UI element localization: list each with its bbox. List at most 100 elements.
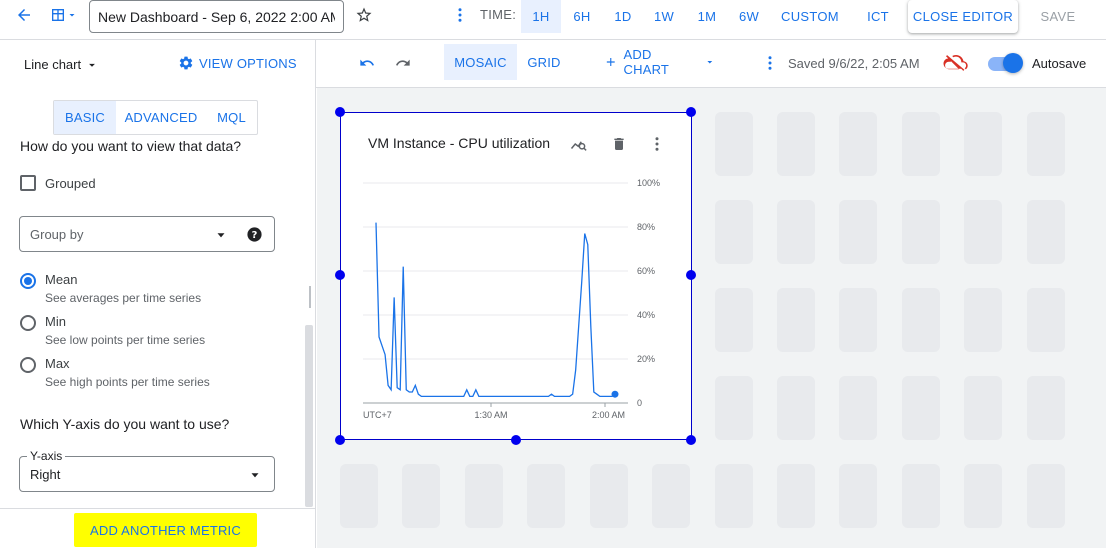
resize-handle-left[interactable] xyxy=(335,270,345,280)
star-icon[interactable] xyxy=(352,3,376,27)
x-tick-label: 1:30 AM xyxy=(474,410,507,420)
resize-handle-top-right[interactable] xyxy=(686,107,696,117)
caret-down-icon xyxy=(251,473,259,478)
grid-layout-button[interactable]: GRID xyxy=(520,44,568,80)
yaxis-select[interactable]: Y-axis Right xyxy=(19,449,275,492)
tab-basic[interactable]: BASIC xyxy=(54,101,116,134)
grouped-option: Grouped xyxy=(20,175,96,191)
view-data-question: How do you want to view that data? xyxy=(20,138,242,154)
gear-icon xyxy=(179,56,193,70)
empty-tile xyxy=(1027,464,1065,528)
empty-tile xyxy=(715,288,753,352)
empty-tile xyxy=(777,112,815,176)
dashboard-canvas: VM Instance - CPU utilization 0 20% 40% 60%… xyxy=(317,88,1106,548)
resize-handle-right[interactable] xyxy=(686,270,696,280)
empty-tile xyxy=(902,112,940,176)
time-6w-button[interactable]: 6W xyxy=(730,0,768,33)
resize-handle-top-left[interactable] xyxy=(335,107,345,117)
empty-tile xyxy=(1027,288,1065,352)
saved-status: Saved 9/6/22, 2:05 AM xyxy=(788,56,920,71)
empty-tile xyxy=(964,288,1002,352)
group-by-select[interactable]: Group by ? xyxy=(19,216,275,252)
help-icon: ? xyxy=(247,227,262,242)
empty-tile xyxy=(715,464,753,528)
empty-tile xyxy=(652,464,690,528)
chart-card[interactable]: VM Instance - CPU utilization 0 20% 40% 60%… xyxy=(340,112,692,440)
resize-handle-bottom-right[interactable] xyxy=(686,435,696,445)
add-chart-button[interactable]: ADD CHART xyxy=(604,44,716,80)
max-description: See high points per time series xyxy=(45,375,210,389)
time-1d-button[interactable]: 1D xyxy=(604,0,642,33)
yaxis-value: Right xyxy=(30,467,61,482)
yaxis-field-label: Y-axis xyxy=(27,449,66,463)
more-vert-icon[interactable] xyxy=(647,133,667,155)
y-tick-label: 40% xyxy=(637,310,655,320)
y-tick-label: 100% xyxy=(637,178,660,188)
aggregation-min-option: Min See low points per time series xyxy=(20,314,205,347)
empty-tile xyxy=(902,200,940,264)
empty-tile xyxy=(777,200,815,264)
caret-down-icon xyxy=(707,61,713,64)
view-options-label: VIEW OPTIONS xyxy=(199,55,297,71)
resize-handle-bottom[interactable] xyxy=(511,435,521,445)
empty-tile xyxy=(964,200,1002,264)
time-custom-button[interactable]: CUSTOM xyxy=(778,0,842,33)
mosaic-layout-button[interactable]: MOSAIC xyxy=(444,44,517,80)
y-tick-label: 60% xyxy=(637,266,655,276)
empty-tile xyxy=(839,376,877,440)
add-chart-label: ADD CHART xyxy=(623,47,670,77)
undo-icon[interactable] xyxy=(356,52,378,74)
grouped-checkbox[interactable] xyxy=(20,175,36,191)
time-1w-button[interactable]: 1W xyxy=(645,0,683,33)
tab-advanced[interactable]: ADVANCED xyxy=(116,101,206,134)
yaxis-question: Which Y-axis do you want to use? xyxy=(20,416,230,432)
mean-radio[interactable] xyxy=(20,273,36,289)
empty-tile xyxy=(839,288,877,352)
empty-tile xyxy=(902,288,940,352)
time-6h-button[interactable]: 6H xyxy=(563,0,601,33)
autosave-toggle[interactable] xyxy=(1003,53,1023,73)
more-vert-icon[interactable] xyxy=(450,3,470,27)
empty-tile xyxy=(777,288,815,352)
empty-tile xyxy=(839,464,877,528)
back-arrow-icon[interactable] xyxy=(12,3,36,27)
aggregation-mean-option: Mean See averages per time series xyxy=(20,272,201,305)
dashboard-title-input[interactable] xyxy=(89,0,344,33)
delete-icon[interactable] xyxy=(608,133,630,155)
redo-icon[interactable] xyxy=(392,52,414,74)
empty-tile xyxy=(777,376,815,440)
caret-down-icon xyxy=(217,233,225,238)
time-1h-button[interactable]: 1H xyxy=(521,0,561,33)
time-1m-button[interactable]: 1M xyxy=(688,0,726,33)
editor-toolbar: MOSAIC GRID ADD CHART Saved 9/6/22, 2:05… xyxy=(316,40,1106,88)
dashboard-icon[interactable] xyxy=(48,5,80,25)
empty-tile xyxy=(465,464,503,528)
close-editor-button[interactable]: CLOSE EDITOR xyxy=(908,0,1018,33)
timezone-button[interactable]: ICT xyxy=(860,0,896,33)
explore-chart-icon[interactable] xyxy=(568,133,590,155)
grouped-label: Grouped xyxy=(45,175,96,191)
empty-tile xyxy=(1027,112,1065,176)
empty-tile xyxy=(402,464,440,528)
scrollbar-thumb[interactable] xyxy=(305,325,313,507)
series-last-point xyxy=(611,390,619,398)
min-radio[interactable] xyxy=(20,315,36,331)
empty-tile xyxy=(715,376,753,440)
empty-tile xyxy=(1027,376,1065,440)
empty-tile xyxy=(839,112,877,176)
resize-handle-bottom-left[interactable] xyxy=(335,435,345,445)
empty-tile xyxy=(964,464,1002,528)
chart-type-select[interactable]: Line chart xyxy=(24,57,99,72)
aggregation-max-option: Max See high points per time series xyxy=(20,356,210,389)
autosave-label: Autosave xyxy=(1032,56,1087,71)
add-another-metric-button[interactable]: ADD ANOTHER METRIC xyxy=(74,513,257,547)
view-options-button[interactable]: VIEW OPTIONS xyxy=(178,55,297,71)
max-radio[interactable] xyxy=(20,357,36,373)
empty-tile xyxy=(590,464,628,528)
empty-tile xyxy=(715,112,753,176)
y-tick-label: 80% xyxy=(637,222,655,232)
empty-tile xyxy=(902,464,940,528)
x-tick-label: 2:00 AM xyxy=(592,410,625,420)
tab-mql[interactable]: MQL xyxy=(206,101,257,134)
more-vert-icon[interactable] xyxy=(761,52,779,74)
